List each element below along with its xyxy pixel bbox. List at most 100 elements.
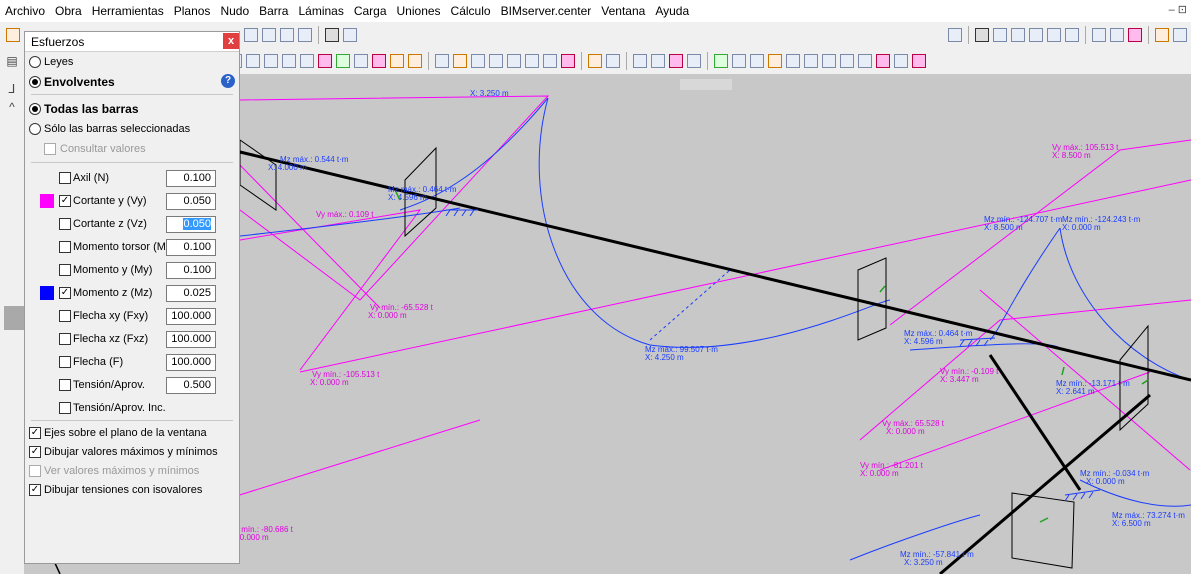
checkbox-flecha-xy-fxy[interactable] — [59, 310, 71, 322]
option-checkbox[interactable]: ✓ — [29, 446, 41, 458]
view-section-icon[interactable] — [1011, 28, 1025, 42]
star-icon[interactable] — [453, 54, 467, 68]
menu-ayuda[interactable]: Ayuda — [650, 0, 694, 22]
close-button[interactable]: x — [223, 33, 239, 49]
checkbox-momento-y-my[interactable] — [59, 264, 71, 276]
checkbox-momento-torsor-mt[interactable] — [59, 241, 71, 253]
render2-icon[interactable] — [1110, 28, 1124, 42]
checkbox-flecha-xz-fxz[interactable] — [59, 333, 71, 345]
span-icon[interactable] — [840, 54, 854, 68]
column-icon[interactable] — [804, 54, 818, 68]
axis-icon[interactable]: ⅃ — [5, 82, 19, 96]
menu-archivo[interactable]: Archivo — [0, 0, 50, 22]
plot-icon[interactable] — [651, 54, 665, 68]
pan-hand-icon[interactable] — [280, 28, 294, 42]
side-tab[interactable] — [4, 306, 24, 330]
checkbox-tensi-n-aprov-inc[interactable] — [59, 402, 71, 414]
axis-x-icon[interactable] — [354, 54, 368, 68]
render-icon[interactable] — [1092, 28, 1106, 42]
menu-obra[interactable]: Obra — [50, 0, 87, 22]
radio-envolventes[interactable] — [29, 76, 41, 88]
stress-icon[interactable] — [300, 54, 314, 68]
joint-icon[interactable] — [768, 54, 782, 68]
ruler-icon[interactable] — [786, 54, 800, 68]
green-bar-icon[interactable] — [714, 54, 728, 68]
checkbox-cortante-y-vy[interactable]: ✓ — [59, 195, 71, 207]
load-icon[interactable] — [588, 54, 602, 68]
option-checkbox[interactable] — [29, 465, 41, 477]
menu-laminas[interactable]: Láminas — [293, 0, 348, 22]
table-icon[interactable] — [264, 54, 278, 68]
window-controls[interactable]: – ⊡ — [1169, 3, 1187, 16]
color-swatch[interactable] — [40, 286, 54, 300]
checkbox-cortante-z-vz[interactable] — [59, 218, 71, 230]
scale-input[interactable]: 0.100 — [166, 239, 216, 256]
tools-icon[interactable] — [1065, 28, 1079, 42]
scale-input[interactable]: 100.000 — [166, 354, 216, 371]
rotate-icon[interactable] — [244, 28, 258, 42]
menu-carga[interactable]: Carga — [349, 0, 392, 22]
checkbox-axil-n[interactable] — [59, 172, 71, 184]
car-icon[interactable] — [606, 54, 620, 68]
horizontal-scrollbar-thumb[interactable] — [680, 79, 732, 90]
scale-input[interactable]: 100.000 — [166, 308, 216, 325]
view-print-icon[interactable] — [993, 28, 1007, 42]
scale-input[interactable]: 0.100 — [166, 262, 216, 279]
pen-icon[interactable] — [390, 54, 404, 68]
beam-icon[interactable] — [822, 54, 836, 68]
checkbox-tensi-n-aprov[interactable] — [59, 379, 71, 391]
radio-leyes[interactable] — [29, 56, 41, 68]
zoom-fit-icon[interactable] — [858, 54, 872, 68]
menu-nudo[interactable]: Nudo — [215, 0, 254, 22]
view-table-icon[interactable] — [1047, 28, 1061, 42]
node-icon[interactable] — [543, 54, 557, 68]
grid-icon[interactable] — [282, 54, 296, 68]
radio-todas-barras[interactable] — [29, 103, 41, 115]
view-box-icon[interactable] — [975, 28, 989, 42]
mark-icon[interactable] — [876, 54, 890, 68]
binoculars-icon[interactable] — [325, 28, 339, 42]
checkbox-consultar-valores[interactable] — [44, 143, 56, 155]
pen2-icon[interactable] — [408, 54, 422, 68]
scale-input[interactable]: 0.500 — [166, 377, 216, 394]
view-rotate-icon[interactable] — [1029, 28, 1043, 42]
checkbox-flecha-f[interactable] — [59, 356, 71, 368]
axes-icon[interactable] — [343, 28, 357, 42]
scale-input[interactable]: 0.050 — [166, 193, 216, 210]
list-icon[interactable] — [894, 54, 908, 68]
collapse-icon[interactable]: ^ — [5, 100, 19, 114]
cross-icon[interactable] — [318, 54, 332, 68]
checkbox-momento-z-mz[interactable]: ✓ — [59, 287, 71, 299]
menu-planos[interactable]: Planos — [169, 0, 216, 22]
plot2-icon[interactable] — [687, 54, 701, 68]
add-icon[interactable] — [561, 54, 575, 68]
frame-icon[interactable] — [525, 54, 539, 68]
menu-herramientas[interactable]: Herramientas — [87, 0, 169, 22]
help-icon[interactable] — [1173, 28, 1187, 42]
option-checkbox[interactable]: ✓ — [29, 484, 41, 496]
pencil-icon[interactable] — [489, 54, 503, 68]
diagram-icon[interactable] — [336, 54, 350, 68]
chart-icon[interactable] — [669, 54, 683, 68]
warning-icon[interactable] — [912, 54, 926, 68]
search-icon[interactable] — [948, 28, 962, 42]
scale-input[interactable]: 0.100 — [166, 170, 216, 187]
menu-calculo[interactable]: Cálculo — [446, 0, 496, 22]
help-icon[interactable]: ? — [221, 74, 235, 88]
filter-icon[interactable] — [471, 54, 485, 68]
open-folder-icon[interactable] — [6, 28, 20, 42]
scale-input[interactable]: 100.000 — [166, 331, 216, 348]
line-icon[interactable] — [507, 54, 521, 68]
menu-barra[interactable]: Barra — [254, 0, 293, 22]
scale-input[interactable]: 0.025 — [166, 285, 216, 302]
scale-input[interactable]: 0.050 — [166, 216, 216, 233]
layers-icon[interactable]: ▤ — [5, 54, 19, 68]
menu-uniones[interactable]: Uniones — [392, 0, 446, 22]
export-icon[interactable] — [1128, 28, 1142, 42]
menu-bimserver[interactable]: BIMserver.center — [496, 0, 597, 22]
weld-icon[interactable] — [750, 54, 764, 68]
axis-y-icon[interactable] — [372, 54, 386, 68]
bar-check-icon[interactable] — [246, 54, 260, 68]
zoom-window-icon[interactable] — [298, 28, 312, 42]
users-icon[interactable] — [1155, 28, 1169, 42]
